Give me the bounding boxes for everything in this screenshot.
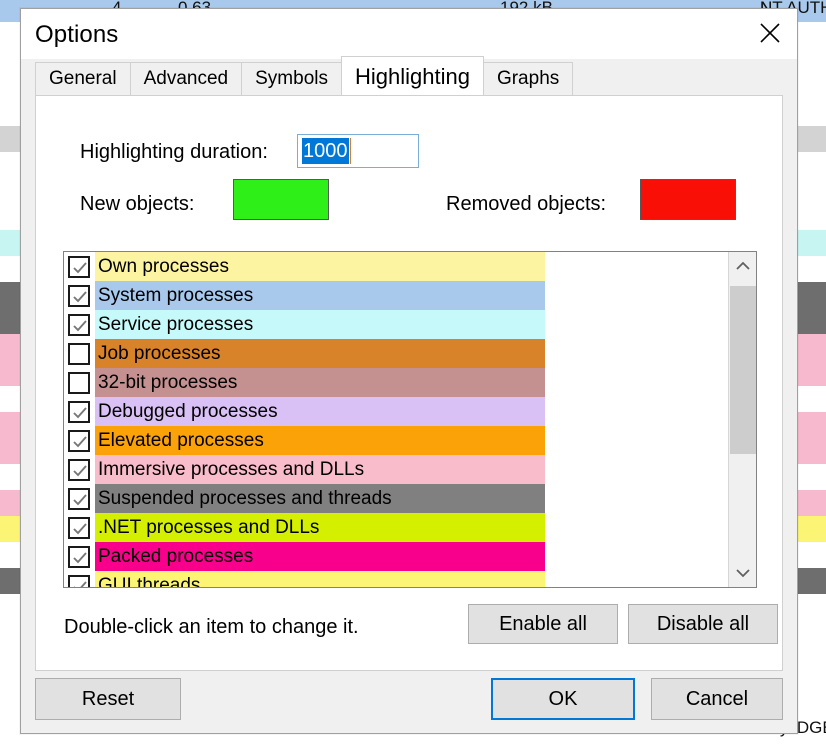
new-objects-color-swatch[interactable] [233, 179, 329, 220]
dialog-tabstrip: General Advanced Symbols Highlighting Graphs [21, 56, 797, 95]
highlight-item-label: Own processes [98, 255, 229, 277]
highlight-item-label: Elevated processes [98, 429, 264, 451]
ok-button[interactable]: OK [491, 678, 635, 720]
highlight-item-label: 32-bit processes [98, 371, 238, 393]
dialog-titlebar: Options [21, 9, 797, 59]
highlight-list-item[interactable]: Service processes [64, 310, 728, 339]
tab-graphs[interactable]: Graphs [482, 62, 574, 95]
checkbox-checked[interactable] [68, 255, 90, 278]
checkbox-unchecked[interactable] [68, 342, 90, 365]
highlight-color-swatch[interactable]: .NET processes and DLLs [95, 513, 545, 542]
enable-all-button[interactable]: Enable all [468, 604, 618, 644]
scrollbar-thumb[interactable] [730, 286, 756, 454]
highlight-list-item[interactable]: System processes [64, 281, 728, 310]
highlight-color-swatch[interactable]: Own processes [95, 252, 545, 281]
highlight-color-swatch[interactable]: Packed processes [95, 542, 545, 571]
chevron-up-icon[interactable] [729, 252, 756, 280]
list-scrollbar[interactable] [728, 252, 756, 587]
highlight-list-item[interactable]: Suspended processes and threads [64, 484, 728, 513]
highlight-list-item[interactable]: Elevated processes [64, 426, 728, 455]
highlight-list-item[interactable]: Job processes [64, 339, 728, 368]
highlight-list-item[interactable]: GUI threads [64, 571, 728, 587]
checkbox-checked[interactable] [68, 429, 90, 452]
highlight-color-swatch[interactable]: GUI threads [95, 571, 545, 587]
removed-objects-label: Removed objects: [446, 193, 607, 215]
reset-button[interactable]: Reset [35, 678, 181, 720]
highlight-list-item[interactable]: Debugged processes [64, 397, 728, 426]
highlight-item-label: .NET processes and DLLs [98, 516, 320, 538]
close-icon[interactable] [747, 13, 793, 53]
highlight-list-item[interactable]: Immersive processes and DLLs [64, 455, 728, 484]
dialog-title: Options [35, 21, 119, 48]
highlight-color-swatch[interactable]: Job processes [95, 339, 545, 368]
highlighting-tab-panel: Highlighting duration: New objects: Remo… [35, 95, 783, 671]
highlight-list-item[interactable]: Own processes [64, 252, 728, 281]
checkbox-checked[interactable] [68, 516, 90, 539]
highlight-list-item[interactable]: Packed processes [64, 542, 728, 571]
highlight-list-item[interactable]: 32-bit processes [64, 368, 728, 397]
tab-advanced[interactable]: Advanced [129, 62, 243, 95]
new-objects-label: New objects: [80, 193, 195, 215]
highlighting-list-items: Own processes System processes Service pro… [64, 252, 728, 587]
highlight-item-label: Suspended processes and threads [98, 487, 392, 509]
highlight-list-item[interactable]: .NET processes and DLLs [64, 513, 728, 542]
removed-objects-color-swatch[interactable] [640, 179, 736, 220]
highlight-color-swatch[interactable]: Suspended processes and threads [95, 484, 545, 513]
chevron-down-icon[interactable] [729, 559, 756, 587]
checkbox-checked[interactable] [68, 545, 90, 568]
checkbox-checked[interactable] [68, 400, 90, 423]
checkbox-checked[interactable] [68, 574, 90, 587]
highlighting-color-list: Own processes System processes Service pro… [63, 251, 757, 588]
highlight-color-swatch[interactable]: 32-bit processes [95, 368, 545, 397]
highlight-item-label: Packed processes [98, 545, 254, 567]
checkbox-checked[interactable] [68, 284, 90, 307]
highlight-color-swatch[interactable]: Debugged processes [95, 397, 545, 426]
checkbox-checked[interactable] [68, 487, 90, 510]
highlight-color-swatch[interactable]: Elevated processes [95, 426, 545, 455]
tab-list: General Advanced Symbols Highlighting Graphs [35, 56, 574, 95]
list-hint-text: Double-click an item to change it. [64, 616, 359, 638]
highlight-item-label: Service processes [98, 313, 254, 335]
highlight-item-label: System processes [98, 284, 254, 306]
tab-symbols[interactable]: Symbols [241, 62, 342, 95]
highlight-color-swatch[interactable]: Service processes [95, 310, 545, 339]
tab-general[interactable]: General [35, 62, 131, 95]
disable-all-button[interactable]: Disable all [628, 604, 778, 644]
checkbox-checked[interactable] [68, 458, 90, 481]
highlight-item-label: Debugged processes [98, 400, 278, 422]
highlighting-duration-input[interactable] [297, 134, 419, 168]
highlight-color-swatch[interactable]: Immersive processes and DLLs [95, 455, 545, 484]
highlight-item-label: Job processes [98, 342, 221, 364]
options-dialog: Options General Advanced Symbols Highlighti… [20, 8, 798, 734]
checkbox-checked[interactable] [68, 313, 90, 336]
cancel-button[interactable]: Cancel [651, 678, 783, 720]
highlight-item-label: GUI threads [98, 574, 201, 588]
checkbox-unchecked[interactable] [68, 371, 90, 394]
highlight-color-swatch[interactable]: System processes [95, 281, 545, 310]
tab-highlighting[interactable]: Highlighting [340, 56, 484, 95]
highlight-item-label: Immersive processes and DLLs [98, 458, 365, 480]
duration-label: Highlighting duration: [80, 141, 268, 163]
